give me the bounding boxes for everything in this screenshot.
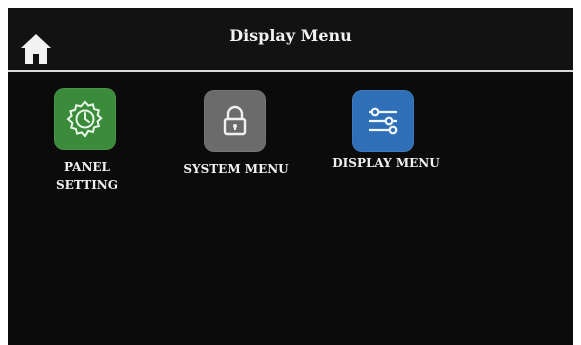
- touch-screen: Display Menu PANEL SETTING SYSTEM MENU D…: [8, 8, 573, 345]
- page-title: Display Menu: [229, 26, 352, 45]
- system-menu-button[interactable]: [204, 90, 266, 152]
- display-menu-button[interactable]: [352, 90, 414, 152]
- lock-icon: [223, 105, 247, 136]
- panel-setting-label: PANEL SETTING: [55, 160, 119, 192]
- settings-clock-icon: [66, 100, 103, 138]
- top-bar: Display Menu: [8, 8, 573, 70]
- panel-setting-button[interactable]: [54, 88, 116, 150]
- system-menu-label: SYSTEM MENU: [183, 162, 289, 176]
- header-divider: [8, 70, 573, 72]
- sliders-icon: [369, 107, 398, 135]
- display-menu-label: DISPLAY MENU: [332, 156, 440, 170]
